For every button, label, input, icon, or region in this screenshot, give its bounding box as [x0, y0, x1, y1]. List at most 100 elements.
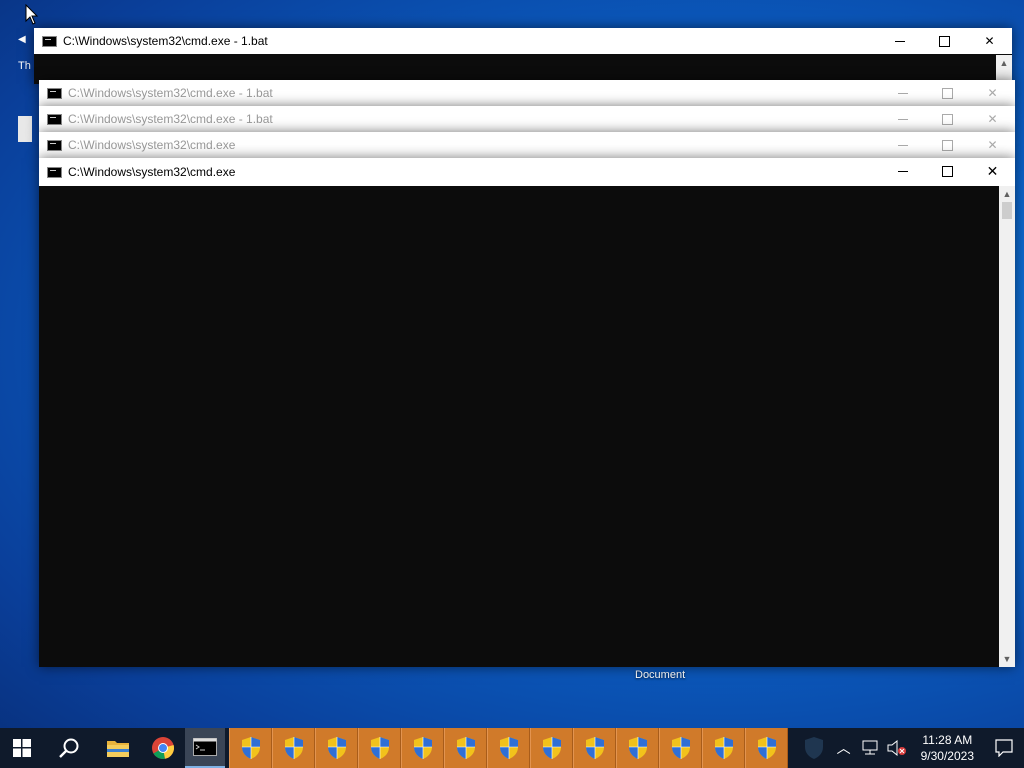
titlebar[interactable]: C:\Windows\system32\cmd.exe ✕	[39, 158, 1015, 186]
shield-icon	[805, 737, 823, 759]
cmd-icon	[47, 113, 62, 125]
maximize-icon	[942, 139, 953, 151]
desktop-item-document[interactable]: Document	[635, 669, 685, 681]
window-title: C:\Windows\system32\cmd.exe - 1.bat	[68, 86, 273, 100]
minimize-button[interactable]	[880, 132, 925, 158]
volume-muted-icon[interactable]	[887, 740, 907, 756]
cmd-taskbar-button[interactable]	[185, 728, 225, 768]
minimize-button[interactable]	[877, 28, 922, 54]
taskbar-app-uac[interactable]	[401, 728, 444, 768]
notification-icon	[995, 739, 1013, 757]
taskbar-app-uac[interactable]	[487, 728, 530, 768]
maximize-icon	[939, 35, 950, 47]
taskbar-app-uac[interactable]	[702, 728, 745, 768]
maximize-icon	[942, 87, 953, 99]
taskbar-app-uac[interactable]	[272, 728, 315, 768]
minimize-icon	[897, 92, 908, 94]
cmd-window-4[interactable]: C:\Windows\system32\cmd.exe ✕	[39, 132, 1015, 159]
desktop-icon-peek: Th	[18, 60, 31, 72]
window-title: C:\Windows\system32\cmd.exe	[68, 138, 236, 152]
maximize-icon	[942, 113, 953, 125]
chrome-icon	[151, 737, 174, 759]
search-button[interactable]	[43, 728, 95, 768]
window-title: C:\Windows\system32\cmd.exe	[68, 165, 236, 179]
shield-icon	[671, 737, 690, 759]
clock-time: 11:28 AM	[922, 733, 973, 747]
cmd-window-2[interactable]: C:\Windows\system32\cmd.exe - 1.bat ✕	[39, 80, 1015, 107]
minimize-button[interactable]	[880, 158, 925, 184]
clock-date: 9/30/2023	[920, 749, 974, 763]
taskbar-app-dim[interactable]	[794, 728, 834, 768]
shield-icon	[542, 737, 561, 759]
minimize-icon	[897, 118, 908, 120]
close-icon: ✕	[987, 138, 998, 152]
taskbar-app-uac[interactable]	[315, 728, 358, 768]
scrollbar[interactable]: ▲ ▼	[999, 186, 1015, 667]
shield-icon	[628, 737, 647, 759]
desktop-icon-fragment: ◀	[18, 34, 26, 45]
minimize-button[interactable]	[880, 80, 925, 106]
taskbar-app-uac[interactable]	[444, 728, 487, 768]
start-button[interactable]	[0, 728, 43, 768]
taskbar-app-uac[interactable]	[616, 728, 659, 768]
maximize-button[interactable]	[925, 158, 970, 184]
file-explorer-button[interactable]	[95, 728, 140, 768]
close-icon: ✕	[984, 34, 995, 48]
close-icon: ✕	[986, 162, 999, 179]
scroll-up-icon[interactable]: ▲	[999, 186, 1015, 202]
shield-icon	[413, 737, 432, 759]
minimize-button[interactable]	[880, 106, 925, 132]
maximize-button[interactable]	[925, 106, 970, 132]
taskbar-app-uac[interactable]	[358, 728, 401, 768]
shield-icon	[585, 737, 604, 759]
cmd-window-back[interactable]: C:\Windows\system32\cmd.exe - 1.bat ✕ ▲	[34, 28, 1012, 84]
titlebar[interactable]: C:\Windows\system32\cmd.exe ✕	[39, 132, 1015, 158]
file-explorer-icon	[106, 741, 129, 757]
titlebar[interactable]: C:\Windows\system32\cmd.exe - 1.bat ✕	[39, 80, 1015, 106]
cmd-icon	[47, 139, 62, 151]
window-title: C:\Windows\system32\cmd.exe - 1.bat	[68, 112, 273, 126]
scroll-up-icon[interactable]: ▲	[996, 55, 1012, 71]
cmd-window-front[interactable]: C:\Windows\system32\cmd.exe ✕ ▲ ▼	[39, 158, 1015, 667]
titlebar[interactable]: C:\Windows\system32\cmd.exe - 1.bat ✕	[39, 106, 1015, 132]
shield-icon	[284, 737, 303, 759]
close-button[interactable]: ✕	[970, 80, 1015, 106]
maximize-icon	[942, 165, 953, 177]
desktop-icon-fragment	[18, 116, 32, 142]
cmd-icon	[42, 35, 57, 47]
maximize-button[interactable]	[922, 28, 967, 54]
taskbar-app-uac[interactable]	[659, 728, 702, 768]
shield-icon	[714, 737, 733, 759]
cmd-window-3[interactable]: C:\Windows\system32\cmd.exe - 1.bat ✕	[39, 106, 1015, 133]
taskbar-app-uac[interactable]	[573, 728, 616, 768]
cmd-icon	[193, 738, 217, 756]
scroll-down-icon[interactable]: ▼	[999, 651, 1015, 667]
minimize-icon	[897, 170, 908, 172]
system-tray: ︿ 11:28 AM 9/30/2023	[831, 728, 1024, 768]
shield-icon	[499, 737, 518, 759]
search-icon	[59, 738, 79, 758]
taskbar-app-uac[interactable]	[745, 728, 788, 768]
windows-start-icon	[12, 739, 31, 757]
scroll-thumb[interactable]	[1002, 202, 1012, 219]
mouse-cursor-icon	[25, 4, 39, 25]
close-button[interactable]: ✕	[970, 132, 1015, 158]
chrome-button[interactable]	[140, 728, 185, 768]
titlebar[interactable]: C:\Windows\system32\cmd.exe - 1.bat ✕	[34, 28, 1012, 54]
action-center-button[interactable]	[984, 728, 1024, 768]
close-button[interactable]: ✕	[970, 158, 1015, 184]
minimize-icon	[897, 144, 908, 146]
taskbar-app-uac[interactable]	[229, 728, 272, 768]
close-button[interactable]: ✕	[970, 106, 1015, 132]
cmd-icon	[47, 87, 62, 99]
close-button[interactable]: ✕	[967, 28, 1012, 54]
show-hidden-icons-icon[interactable]: ︿	[837, 738, 851, 758]
console-output[interactable]	[39, 186, 999, 667]
shield-icon	[370, 737, 389, 759]
clock[interactable]: 11:28 AM 9/30/2023	[921, 732, 974, 764]
maximize-button[interactable]	[925, 80, 970, 106]
network-icon[interactable]	[861, 740, 879, 756]
taskbar-app-uac[interactable]	[530, 728, 573, 768]
shield-icon	[456, 737, 475, 759]
maximize-button[interactable]	[925, 132, 970, 158]
